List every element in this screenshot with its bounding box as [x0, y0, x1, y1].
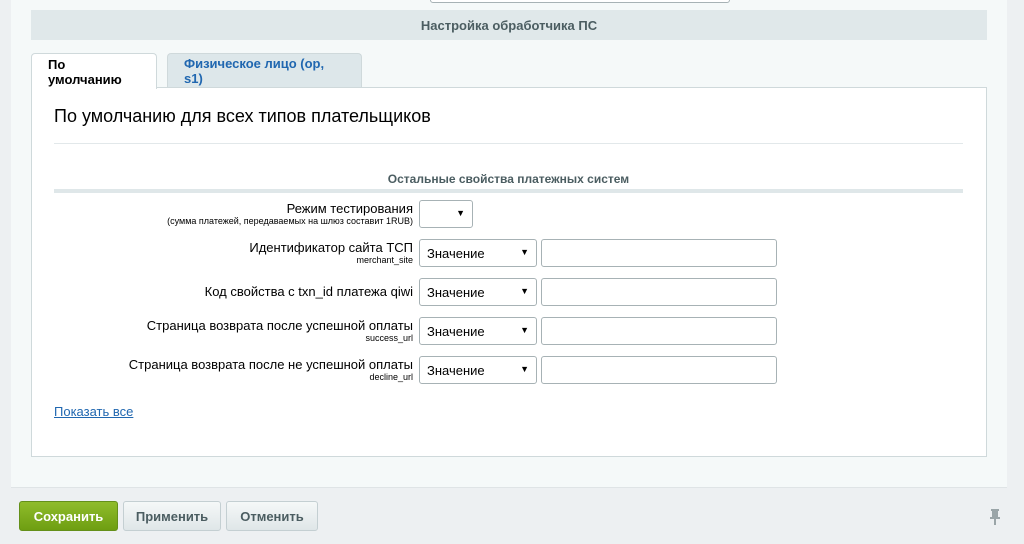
section-heading: Остальные свойства платежных систем [387, 172, 630, 186]
row-label: Страница возврата после успешной оплаты … [54, 317, 419, 344]
txn-id-input[interactable] [541, 278, 777, 306]
chevron-down-icon: ▼ [520, 325, 529, 335]
chevron-down-icon: ▼ [520, 247, 529, 257]
footer-buttons: Сохранить Применить Отменить [19, 501, 323, 531]
tab-individual[interactable]: Физическое лицо (op, s1) [167, 53, 362, 87]
content-title: По умолчанию для всех типов плательщиков [54, 106, 431, 126]
chevron-down-icon: ▼ [520, 286, 529, 296]
form-row-merchant-site: Идентификатор сайта ТСП merchant_site Зн… [54, 238, 963, 268]
pin-icon[interactable] [988, 508, 1002, 526]
row-label-main: Идентификатор сайта ТСП [249, 239, 413, 255]
row-label-sub: (сумма платежей, передаваемых на шлюз со… [167, 215, 413, 226]
save-button[interactable]: Сохранить [19, 501, 118, 531]
test-mode-select[interactable]: ▼ [419, 200, 473, 228]
title-divider [54, 143, 963, 144]
select-value: Значение [427, 362, 485, 378]
chevron-down-icon: ▼ [520, 364, 529, 374]
decline-url-type-select[interactable]: Значение ▼ [419, 356, 537, 384]
section-underline [54, 189, 963, 193]
form-row-success-url: Страница возврата после успешной оплаты … [54, 316, 963, 346]
form-row-txn-id: Код свойства с txn_id платежа qiwi Значе… [54, 277, 963, 307]
select-value: Значение [427, 245, 485, 261]
tab-individual-label: Физическое лицо (op, s1) [184, 55, 325, 86]
row-label-main: Код свойства с txn_id платежа qiwi [204, 284, 413, 299]
tab-default[interactable]: По умолчанию [31, 53, 157, 89]
top-input-fragment[interactable] [430, 0, 730, 3]
row-label-main: Страница возврата после успешной оплаты [146, 317, 413, 333]
tab-content: По умолчанию для всех типов плательщиков… [31, 87, 987, 457]
chevron-down-icon: ▼ [456, 208, 465, 218]
row-label-sub: success_url [365, 332, 413, 343]
apply-button[interactable]: Применить [123, 501, 221, 531]
tab-bar: По умолчанию Физическое лицо (op, s1) [31, 53, 372, 89]
success-url-type-select[interactable]: Значение ▼ [419, 317, 537, 345]
form-row-decline-url: Страница возврата после не успешной опла… [54, 355, 963, 385]
form-row-test-mode: Режим тестирования (сумма платежей, пере… [54, 199, 963, 229]
row-label: Код свойства с txn_id платежа qiwi [54, 285, 419, 299]
row-label-sub: decline_url [369, 371, 413, 382]
row-label: Идентификатор сайта ТСП merchant_site [54, 239, 419, 266]
select-value: Значение [427, 323, 485, 339]
row-label-main: Режим тестирования [286, 200, 413, 216]
merchant-site-type-select[interactable]: Значение ▼ [419, 239, 537, 267]
show-all-link[interactable]: Показать все [54, 404, 133, 419]
section-header: Настройка обработчика ПС [31, 10, 987, 40]
row-label-sub: merchant_site [356, 254, 413, 265]
row-label-main: Страница возврата после не успешной опла… [128, 356, 413, 372]
select-value: Значение [427, 284, 485, 300]
txn-id-type-select[interactable]: Значение ▼ [419, 278, 537, 306]
section-header-title: Настройка обработчика ПС [420, 17, 598, 33]
cancel-button[interactable]: Отменить [226, 501, 318, 531]
decline-url-input[interactable] [541, 356, 777, 384]
row-label: Режим тестирования (сумма платежей, пере… [54, 200, 419, 227]
row-label: Страница возврата после не успешной опла… [54, 356, 419, 383]
merchant-site-input[interactable] [541, 239, 777, 267]
success-url-input[interactable] [541, 317, 777, 345]
tab-default-label: По умолчанию [48, 56, 122, 87]
